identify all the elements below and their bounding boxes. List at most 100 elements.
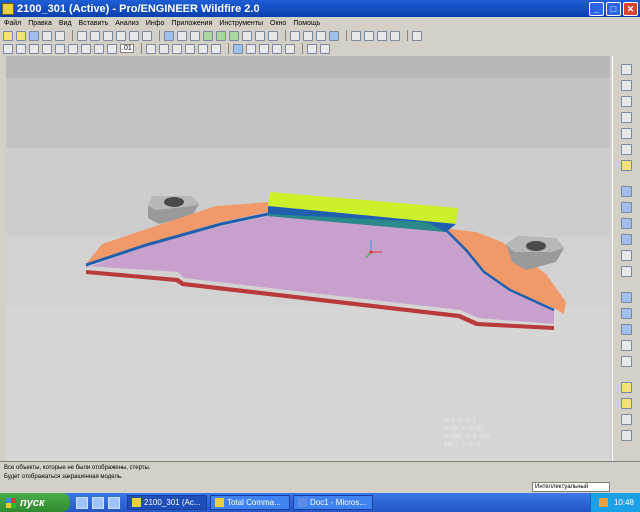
select-icon[interactable] [190, 30, 200, 41]
precision-field[interactable]: .01 [120, 44, 134, 53]
model-tree-icon[interactable] [232, 43, 243, 54]
selection-filter-dropdown[interactable]: Интеллектуальный [532, 482, 610, 492]
menu-tools[interactable]: Инструменты [219, 20, 263, 27]
cut-feature-icon[interactable] [245, 43, 256, 54]
bend-icon[interactable] [184, 43, 195, 54]
axis-icon[interactable] [29, 43, 39, 54]
datum-axis-tool-icon[interactable] [621, 80, 632, 91]
relations-icon[interactable] [94, 43, 104, 54]
rip-icon[interactable] [258, 43, 269, 54]
task-proe[interactable]: 2100_301 (Ac... [127, 495, 207, 510]
revolve-wall-tool-icon[interactable] [621, 234, 632, 245]
shading-icon[interactable] [329, 30, 339, 41]
form-icon[interactable] [284, 43, 295, 54]
open-file-icon[interactable] [16, 30, 26, 41]
flange-wall-icon[interactable] [171, 43, 182, 54]
close-button[interactable]: ✕ [623, 1, 638, 16]
print-icon[interactable] [42, 30, 52, 41]
bend-tool-icon[interactable] [621, 292, 632, 303]
save-icon[interactable] [29, 30, 39, 41]
sketch-tool-icon[interactable] [621, 144, 632, 155]
menu-edit[interactable]: Правка [28, 20, 52, 27]
flat-wall-tool-icon[interactable] [621, 186, 632, 197]
datum-plane-tool-icon[interactable] [621, 64, 632, 75]
task-total-commander[interactable]: Total Comma... [210, 495, 290, 510]
maximize-button[interactable]: □ [606, 1, 621, 16]
layers-icon[interactable] [268, 30, 278, 41]
task-word[interactable]: Doc1 - Micros... [293, 495, 373, 510]
copy-icon[interactable] [116, 30, 126, 41]
menu-info[interactable]: Инфо [146, 20, 165, 27]
datum-planes-icon[interactable] [351, 30, 361, 41]
flatten-tool-icon[interactable] [621, 430, 632, 441]
menu-help[interactable]: Помощь [293, 20, 320, 27]
zoom-in-icon[interactable] [203, 30, 213, 41]
find-icon[interactable] [177, 30, 187, 41]
datum-points-icon[interactable] [377, 30, 387, 41]
form-tool-icon[interactable] [621, 414, 632, 425]
hidden-line-icon[interactable] [303, 30, 313, 41]
csys-icon[interactable] [55, 43, 65, 54]
punch-icon[interactable] [271, 43, 282, 54]
no-hidden-icon[interactable] [316, 30, 326, 41]
datum-point-tool-icon[interactable] [621, 112, 632, 123]
menu-applications[interactable]: Приложения [171, 20, 212, 27]
undo-icon[interactable] [77, 30, 87, 41]
measure-icon[interactable] [81, 43, 91, 54]
unbend-icon[interactable] [197, 43, 208, 54]
tray-app-icon[interactable] [598, 498, 608, 507]
quicklaunch-app-icon[interactable] [108, 496, 120, 509]
refit-icon[interactable] [229, 30, 239, 41]
email-icon[interactable] [55, 30, 65, 41]
context-help-icon[interactable] [412, 30, 422, 41]
corner-relief-tool-icon[interactable] [621, 356, 632, 367]
coordinate-systems-icon[interactable] [390, 30, 400, 41]
blend-wall-tool-icon[interactable] [621, 250, 632, 261]
cut-icon[interactable] [103, 30, 113, 41]
quicklaunch-browser-icon[interactable] [92, 496, 104, 509]
menu-analysis[interactable]: Анализ [115, 20, 139, 27]
reorient-icon[interactable] [242, 30, 252, 41]
analysis-tool-icon[interactable] [621, 160, 632, 171]
sketch-icon[interactable] [3, 43, 13, 54]
paste-icon[interactable] [129, 30, 139, 41]
datum-curve-tool-icon[interactable] [621, 96, 632, 107]
offset-wall-tool-icon[interactable] [621, 266, 632, 277]
zoom-out-icon[interactable] [216, 30, 226, 41]
toolbar-separator [285, 30, 286, 41]
right-feature-toolbar [612, 56, 640, 461]
redo-icon[interactable] [90, 30, 100, 41]
flange-wall-tool-icon[interactable] [621, 202, 632, 213]
saved-views-icon[interactable] [255, 30, 265, 41]
menu-file[interactable]: Файл [4, 20, 21, 27]
bend-back-tool-icon[interactable] [621, 324, 632, 335]
wireframe-icon[interactable] [290, 30, 300, 41]
notch-tool-icon[interactable] [621, 398, 632, 409]
quicklaunch-desktop-icon[interactable] [76, 496, 88, 509]
regenerate-icon[interactable] [164, 30, 174, 41]
extrude-wall-tool-icon[interactable] [621, 218, 632, 229]
start-button[interactable]: пуск [0, 493, 70, 512]
edge-rip-tool-icon[interactable] [621, 340, 632, 351]
flatten-icon[interactable] [306, 43, 317, 54]
plane-icon[interactable] [16, 43, 26, 54]
parameters-icon[interactable] [107, 43, 117, 54]
corner-relief-icon[interactable] [319, 43, 330, 54]
menu-view[interactable]: Вид [59, 20, 72, 27]
sheetmetal-wall-icon[interactable] [145, 43, 156, 54]
csys-tool-icon[interactable] [621, 128, 632, 139]
paste-special-icon[interactable] [142, 30, 152, 41]
analysis-icon[interactable] [68, 43, 78, 54]
new-file-icon[interactable] [3, 30, 13, 41]
punch-tool-icon[interactable] [621, 382, 632, 393]
minimize-button[interactable]: _ [589, 1, 604, 16]
menu-insert[interactable]: Вставить [79, 20, 109, 27]
bend-back-icon[interactable] [210, 43, 221, 54]
menu-window[interactable]: Окно [270, 20, 286, 27]
unbend-tool-icon[interactable] [621, 308, 632, 319]
point-icon[interactable] [42, 43, 52, 54]
datum-axes-icon[interactable] [364, 30, 374, 41]
toolbar-separator [140, 43, 142, 54]
flat-wall-icon[interactable] [158, 43, 169, 54]
graphics-viewport[interactable]: X.X +-0.1 X.XX +-0.01 X.XXX +-0.001 ANG.… [6, 56, 610, 461]
